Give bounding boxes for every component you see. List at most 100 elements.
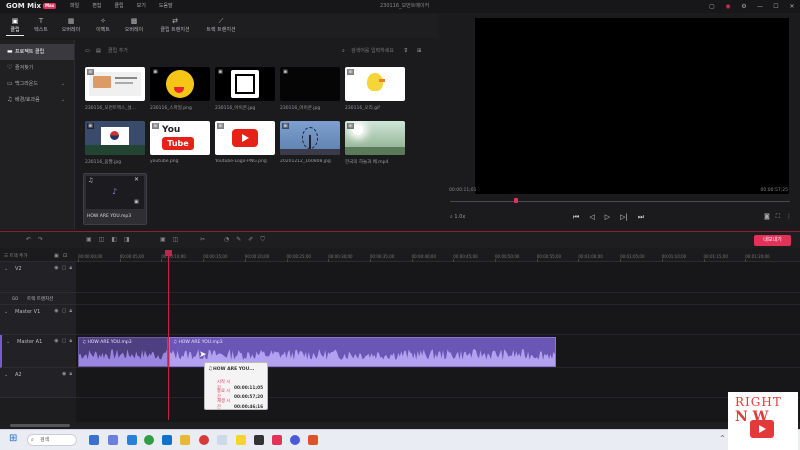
taskbar-app-icon[interactable] <box>108 435 118 445</box>
collapse-icon[interactable]: ⌄ <box>4 309 8 315</box>
tab-track-transition[interactable]: ⟋ 트랙 트랜지션 <box>202 16 240 36</box>
close-button[interactable]: ✕ <box>784 0 800 13</box>
windows-start-icon[interactable]: ⊞ <box>9 433 17 444</box>
media-item[interactable]: ▣ <box>280 67 340 101</box>
camera-icon[interactable]: ▢ <box>62 338 67 344</box>
grid-view-icon[interactable]: ⊞ <box>417 45 421 57</box>
next-frame-icon[interactable]: ▷| <box>620 213 628 222</box>
split-icon[interactable]: ◫ <box>99 236 105 243</box>
mute-icon[interactable]: ◉ <box>62 371 66 377</box>
kakao-icon[interactable] <box>236 435 246 445</box>
timeline-playhead[interactable] <box>165 250 172 420</box>
trim-right-icon[interactable]: ◨ <box>124 236 130 243</box>
insert-icon[interactable]: ▣ <box>86 236 92 243</box>
sidebar-item-background[interactable]: ▭ 백그라운드 ⌄ <box>0 76 74 92</box>
track-row-transition[interactable] <box>76 293 800 305</box>
add-track-label[interactable]: ☰ 트랙 추가 <box>4 253 27 259</box>
media-item[interactable]: ▣ <box>85 67 145 101</box>
timeline-ruler[interactable]: ☰ 트랙 추가 ▣ ⊡ 00:00:00;00 00:00:05;00 00:00:… <box>0 250 800 262</box>
effect-wand-icon[interactable]: ✎ <box>236 236 241 244</box>
more-icon[interactable]: ⋮ <box>786 213 792 221</box>
camera-icon[interactable]: ▢ <box>62 308 67 314</box>
taskbar-app-icon[interactable] <box>217 435 227 445</box>
skip-end-icon[interactable]: ⏭ <box>638 213 644 222</box>
tab-clip-transition[interactable]: ⇄ 클립 트랜지션 <box>158 16 192 36</box>
track-header-master-v1[interactable]: ⌄ Master V1 ◉ ▢ 🔒︎ <box>0 305 76 335</box>
media-item[interactable]: ▣ <box>215 121 275 155</box>
media-item[interactable]: ▣ <box>280 121 340 155</box>
seekbar-handle[interactable] <box>514 198 518 203</box>
maximize-button[interactable]: ☐ <box>768 0 784 13</box>
taskbar-app-icon[interactable] <box>254 435 264 445</box>
sidebar-item-music[interactable]: ♫ 배경/효과음 ⌄ <box>0 92 74 108</box>
marker-icon[interactable]: ⛉ <box>260 236 265 244</box>
account-icon[interactable]: ◉ <box>720 0 736 13</box>
sidebar-item-project-clips[interactable]: ▬ 프로젝트 클립 <box>0 44 74 60</box>
camera-icon[interactable]: ▢ <box>62 265 67 271</box>
visibility-icon[interactable]: ◉ <box>54 308 58 314</box>
chrome-icon[interactable] <box>144 435 154 445</box>
tab-effect[interactable]: ✧ 이펙트 <box>88 16 118 36</box>
redo-icon[interactable]: ↷ <box>38 236 43 243</box>
menu-edit[interactable]: 편집 <box>92 0 101 13</box>
media-item[interactable]: ▣ <box>215 67 275 101</box>
track-header-a2[interactable]: ⌄ A2 ◉ 🔒︎ <box>0 368 76 398</box>
prev-frame-icon[interactable]: ◁ <box>589 213 594 222</box>
menu-help[interactable]: 도움말 <box>159 0 173 13</box>
taskbar-app-icon[interactable] <box>89 435 99 445</box>
menu-view[interactable]: 보기 <box>137 0 146 13</box>
opera-icon[interactable] <box>199 435 209 445</box>
feedback-icon[interactable]: ▢ <box>704 0 720 13</box>
menu-clip[interactable]: 클립 <box>114 0 123 13</box>
taskbar-app-icon[interactable] <box>290 435 300 445</box>
media-item[interactable]: ▣ <box>345 67 405 101</box>
undo-icon[interactable]: ↶ <box>26 236 31 243</box>
snap-icon[interactable]: ▣ <box>54 253 59 259</box>
taskbar-app-icon[interactable] <box>127 435 137 445</box>
track-row-v2[interactable] <box>76 262 800 293</box>
audio-clip[interactable]: ♫ HOW ARE YOU.mp3 <box>78 337 168 367</box>
snapshot-icon[interactable]: ◙ <box>764 213 770 221</box>
folder-add-icon[interactable]: ▭ <box>85 45 90 57</box>
minimize-button[interactable]: — <box>752 0 768 13</box>
collapse-icon[interactable]: ⌄ <box>4 266 8 272</box>
track-row-a2[interactable] <box>76 368 800 398</box>
filter-icon[interactable]: ⊽ <box>404 45 408 57</box>
track-header-v2[interactable]: ⌄ V2 ◉ ▢ 🔒︎ <box>0 262 76 293</box>
powerpoint-icon[interactable] <box>308 435 318 445</box>
mute-icon[interactable]: ◉ <box>54 338 58 344</box>
tab-overlay[interactable]: ▦ 오버레이 <box>56 16 86 36</box>
timeline-scrollbar[interactable] <box>0 422 800 429</box>
menu-file[interactable]: 파일 <box>70 0 79 13</box>
media-item-selected[interactable]: ♫ ♪ ✕ ▣ HOW ARE YOU.mp3 <box>83 173 147 225</box>
lock-all-icon[interactable]: ⊡ <box>63 253 67 259</box>
fullscreen-icon[interactable]: ⛶ <box>776 213 780 221</box>
tab-text[interactable]: T 텍스트 <box>26 16 56 36</box>
search-input[interactable]: 검색어를 입력하세요 <box>351 45 394 57</box>
track-header-transition[interactable]: GO 트랙 트랜지션 <box>0 293 76 305</box>
remove-clip-icon[interactable]: ✕ <box>134 176 139 183</box>
media-item[interactable]: You Tube ▣ <box>150 121 210 155</box>
media-item[interactable]: ▣ <box>85 121 145 155</box>
lock-icon[interactable]: 🔒︎ <box>69 338 72 344</box>
speed-icon[interactable]: ◔ <box>224 236 229 244</box>
tray-expand-icon[interactable]: ^ <box>720 435 725 442</box>
skip-start-icon[interactable]: ⏮ <box>573 213 579 222</box>
cut-icon[interactable]: ✂ <box>200 236 205 243</box>
play-icon[interactable]: ▷ <box>605 213 610 222</box>
preview-seekbar[interactable] <box>450 201 790 202</box>
edge-icon[interactable] <box>162 435 172 445</box>
zoom-control[interactable]: ⌕ 1.0x <box>450 214 465 220</box>
zoom-slider[interactable] <box>10 424 70 427</box>
tab-image-overlay[interactable]: ▩ 오버레이 <box>119 16 149 36</box>
fit-icon[interactable]: ◫ <box>173 236 179 243</box>
add-clip-icon[interactable]: ▤ <box>96 45 101 57</box>
lock-icon[interactable]: 🔒︎ <box>69 265 72 271</box>
crop-icon[interactable]: ▣ <box>160 236 166 243</box>
search-icon[interactable]: ⌕ <box>342 45 345 57</box>
media-item[interactable]: ▣ <box>150 67 210 101</box>
track-header-master-a1[interactable]: ⌄ Master A1 ◉ ▢ 🔒︎ <box>0 335 76 368</box>
explorer-icon[interactable] <box>180 435 190 445</box>
pen-icon[interactable]: ✐ <box>248 236 253 244</box>
collapse-icon[interactable]: ⌄ <box>4 372 8 378</box>
